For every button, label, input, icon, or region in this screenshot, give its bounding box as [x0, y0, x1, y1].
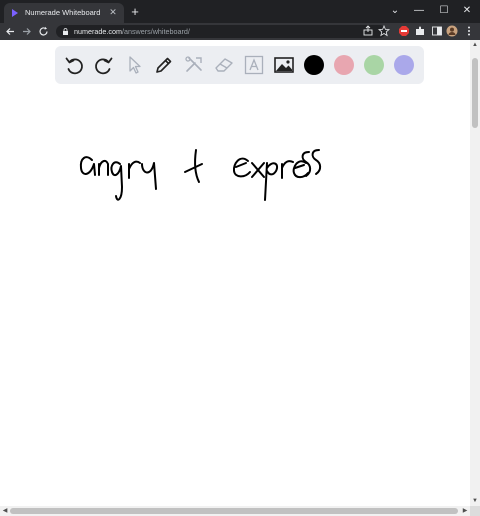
tab-search-icon[interactable]: ⌄: [386, 2, 404, 20]
lock-icon[interactable]: [62, 28, 69, 35]
url-text: numerade.com/answers/whiteboard/: [74, 27, 190, 36]
handwritten-text: [79, 149, 322, 201]
whiteboard-canvas[interactable]: [0, 40, 470, 506]
address-bar[interactable]: numerade.com/answers/whiteboard/: [56, 25, 386, 38]
reading-list-icon[interactable]: [431, 25, 443, 37]
minimize-button[interactable]: —: [410, 2, 428, 20]
share-icon[interactable]: [362, 25, 374, 37]
vertical-scroll-thumb[interactable]: [472, 58, 478, 128]
extensions-puzzle-icon[interactable]: [414, 25, 426, 37]
back-arrow-icon[interactable]: [4, 25, 17, 38]
tab-title: Numerade Whiteboard: [25, 8, 101, 17]
scrollbar-corner: [470, 506, 480, 516]
forward-arrow-icon[interactable]: [20, 25, 33, 38]
tab-close-icon[interactable]: ✕: [108, 7, 118, 17]
new-tab-button[interactable]: +: [128, 5, 142, 19]
scroll-up-arrow-icon[interactable]: ▲: [470, 40, 480, 50]
url-domain: numerade.com: [74, 27, 122, 36]
scroll-left-arrow-icon[interactable]: ◀: [0, 506, 10, 516]
whiteboard-page: [0, 40, 470, 506]
numerade-favicon-icon: [12, 9, 18, 17]
browser-tab-strip: Numerade Whiteboard ✕ + ⌄ — ☐ ✕: [0, 0, 480, 23]
bookmark-star-icon[interactable]: [378, 25, 390, 37]
browser-tab[interactable]: Numerade Whiteboard ✕: [4, 3, 124, 23]
menu-kebab-icon[interactable]: [463, 25, 475, 37]
browser-toolbar: numerade.com/answers/whiteboard/: [0, 23, 480, 40]
vertical-scrollbar[interactable]: ▲ ▼: [470, 40, 480, 506]
profile-avatar-icon[interactable]: [446, 25, 458, 37]
scroll-right-arrow-icon[interactable]: ▶: [460, 506, 470, 516]
horizontal-scrollbar[interactable]: ◀ ▶: [0, 506, 470, 516]
scroll-down-arrow-icon[interactable]: ▼: [470, 496, 480, 506]
url-path: /answers/whiteboard/: [121, 27, 190, 36]
close-window-button[interactable]: ✕: [458, 2, 476, 20]
maximize-button[interactable]: ☐: [435, 2, 453, 20]
horizontal-scroll-thumb[interactable]: [10, 508, 458, 514]
adblock-extension-icon[interactable]: [398, 25, 410, 37]
reload-icon[interactable]: [37, 25, 50, 38]
